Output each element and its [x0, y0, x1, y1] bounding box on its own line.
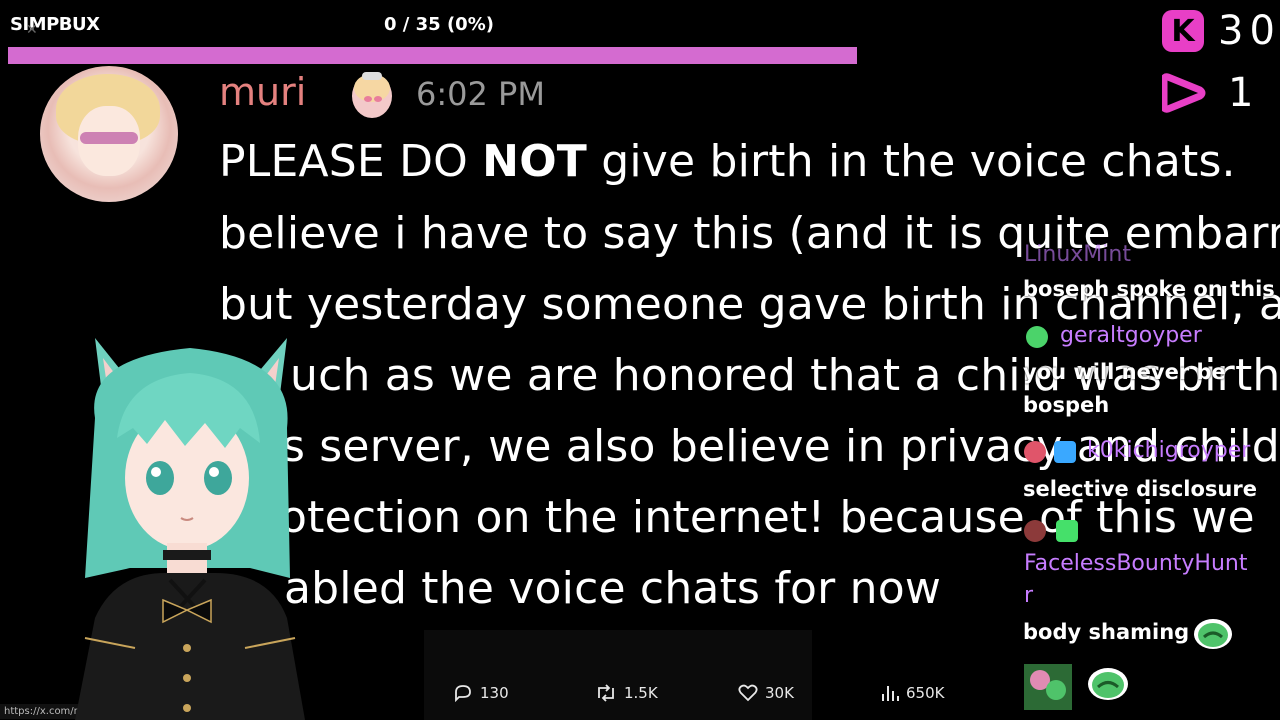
- message-timestamp: 6:02 PM: [416, 75, 545, 113]
- chat-user-1[interactable]: LinuxMint: [1024, 242, 1131, 267]
- crying-emote-icon: [1194, 619, 1232, 649]
- chat-message-2: you will never be bospeh: [1023, 360, 1226, 417]
- views-icon: [882, 686, 899, 701]
- reply-icon: [455, 685, 471, 702]
- play-counter: 1: [1162, 70, 1259, 116]
- kick-icon: K: [1162, 10, 1204, 52]
- views-button[interactable]: 650K: [881, 684, 944, 702]
- emote-icon: [1024, 664, 1072, 710]
- goal-progress-text: 0 / 35 (0%): [384, 14, 494, 35]
- kick-counter-value: 30: [1218, 8, 1280, 54]
- chat-message-4: body shaming: [1023, 620, 1190, 644]
- chat-user-3[interactable]: k0kichigroyper: [1087, 438, 1250, 463]
- author-avatar: [40, 66, 178, 202]
- chat-badge-icon: [1056, 520, 1078, 542]
- chat-badge-icon: [1024, 520, 1046, 542]
- reply-count: 130: [480, 684, 509, 702]
- faded-embed: [424, 630, 812, 720]
- chat-message-3: selective disclosure: [1023, 477, 1257, 501]
- goal-progress-bar: [8, 47, 857, 64]
- author-badge-icon: [352, 72, 392, 118]
- repost-button[interactable]: 1.5K: [595, 684, 658, 702]
- play-counter-value: 1: [1228, 70, 1260, 116]
- goal-title: SIMPBUX: [10, 14, 100, 35]
- like-count: 30K: [765, 684, 794, 702]
- chat-user-4[interactable]: FacelessBountyHunt r: [1024, 548, 1247, 612]
- close-icon[interactable]: ✕: [26, 22, 38, 38]
- crying-emote-icon: [1088, 668, 1128, 700]
- play-icon: [1162, 73, 1206, 113]
- chat-badge-icon: [1054, 441, 1076, 463]
- chat-message-1: boseph spoke on this: [1023, 277, 1275, 301]
- views-count: 650K: [906, 684, 945, 702]
- chat-badge-icon: [1026, 326, 1048, 348]
- vtuber-avatar: [75, 338, 305, 720]
- like-button[interactable]: 30K: [738, 684, 794, 702]
- repost-icon: [598, 684, 614, 702]
- reply-button[interactable]: 130: [453, 684, 509, 702]
- repost-count: 1.5K: [624, 684, 658, 702]
- heart-icon: [738, 684, 758, 702]
- message-line-1: PLEASE DO NOT give birth in the voice ch…: [219, 136, 1236, 187]
- chat-user-2[interactable]: geraltgoyper: [1060, 323, 1202, 348]
- kick-counter: K 30: [1162, 8, 1280, 54]
- goal-progress-fill: [8, 47, 857, 64]
- message-author[interactable]: muri: [219, 70, 306, 114]
- chat-badge-icon: [1024, 441, 1046, 463]
- message-line-7: abled the voice chats for now: [284, 563, 942, 614]
